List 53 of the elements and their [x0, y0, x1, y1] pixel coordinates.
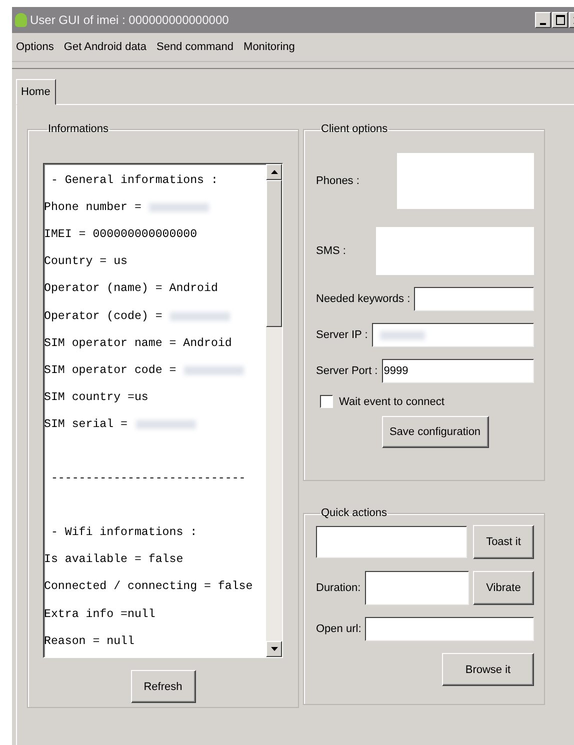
text-line: ----------------------------	[50, 472, 246, 486]
phones-field[interactable]	[397, 153, 534, 209]
text-line: Extra info =null	[44, 608, 156, 621]
field-label: Needed keywords :	[316, 293, 410, 305]
save-configuration-button[interactable]: Save configuration	[382, 416, 488, 448]
text-line: - Wifi informations :	[50, 526, 198, 540]
group-title: Client options	[320, 123, 389, 135]
text-line: Connected / connecting = false	[44, 580, 253, 594]
field-label: Server IP :	[316, 329, 368, 341]
checkbox[interactable]	[320, 395, 333, 408]
text-line: Country = us	[44, 255, 128, 268]
duration-field[interactable]	[364, 571, 469, 605]
group-title: Quick actions	[320, 507, 388, 519]
text-line: Is available = false	[44, 553, 184, 566]
android-icon	[15, 13, 27, 27]
scroll-bar[interactable]	[266, 164, 282, 657]
text-line: - General informations :	[50, 174, 218, 188]
menu-item[interactable]: Get Android data	[64, 41, 146, 53]
maximize-button[interactable]	[552, 12, 568, 28]
field-label: SMS :	[316, 245, 346, 257]
menu-item[interactable]: Options	[16, 41, 54, 53]
minimize-button[interactable]	[535, 12, 551, 28]
text-line: SIM serial =	[44, 418, 128, 431]
browse-button[interactable]: Browse it	[442, 653, 534, 686]
server-port-field[interactable]: 9999	[382, 359, 534, 383]
text-line: Reason = null	[44, 634, 134, 648]
toast-field[interactable]	[316, 526, 467, 558]
field-label: Duration:	[316, 582, 361, 594]
refresh-button[interactable]: Refresh	[130, 670, 196, 703]
field-label: Open url:	[316, 623, 362, 635]
window-title: User GUI of imei : 000000000000000	[30, 13, 230, 27]
text-line: SIM country =us	[44, 390, 148, 404]
text-area[interactable]	[43, 163, 283, 658]
server-ip-field[interactable]	[372, 323, 534, 347]
scroll-thumb[interactable]	[266, 180, 282, 327]
text-line: SIM operator name = Android	[44, 336, 232, 350]
checkbox-label: Wait event to connect	[339, 396, 444, 408]
field-label: Server Port :	[316, 365, 378, 377]
menu-item[interactable]: Monitoring	[244, 41, 295, 53]
url-field[interactable]	[365, 617, 534, 641]
text-line: Operator (name) = Android	[44, 282, 218, 296]
toast-button[interactable]: Toast it	[473, 525, 534, 559]
field-label: Phones :	[316, 175, 360, 187]
sms-field[interactable]	[376, 227, 534, 275]
group-title: Informations	[47, 123, 110, 135]
text-line: Phone number =	[44, 201, 142, 214]
keywords-field[interactable]	[414, 287, 534, 311]
menu-item[interactable]: Send command	[156, 41, 234, 53]
tab[interactable]: Home	[16, 79, 56, 105]
text-line: IMEI = 000000000000000	[44, 228, 198, 242]
text-line: Operator (code) =	[44, 310, 162, 323]
text-line: SIM operator code =	[44, 364, 176, 377]
vibrate-button[interactable]: Vibrate	[473, 571, 534, 605]
